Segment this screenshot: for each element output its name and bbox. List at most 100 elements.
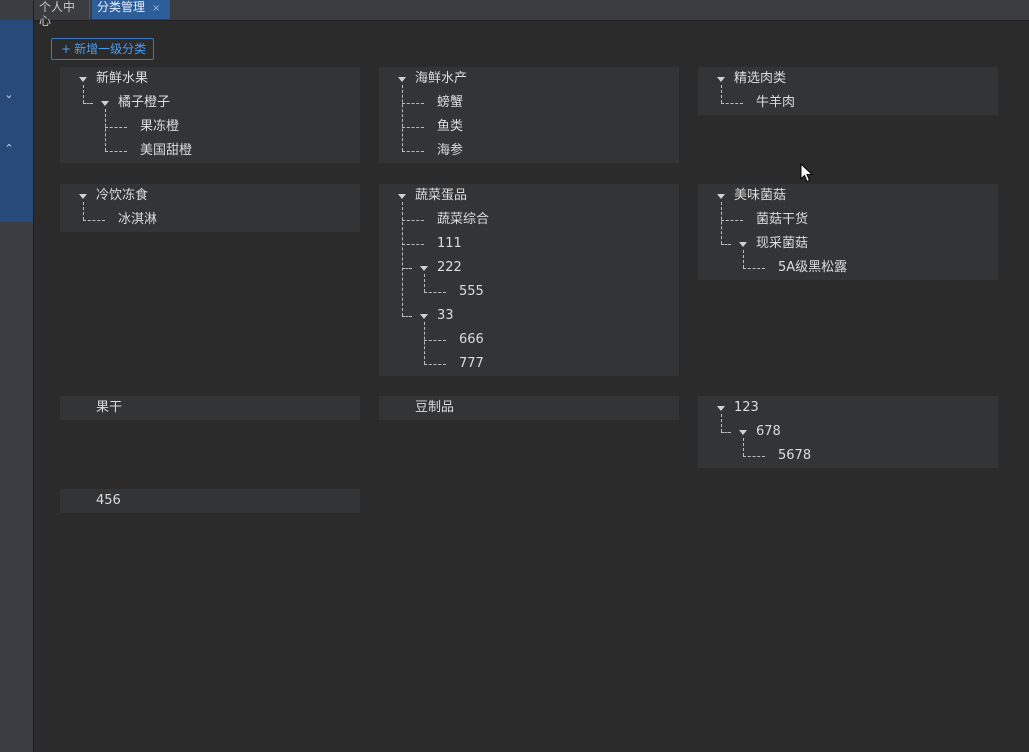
caret-down-icon[interactable] [101,101,109,106]
tree-connector [721,414,722,432]
node-label: 555 [459,284,484,299]
tree-connector [424,292,446,293]
tree-root-node[interactable]: 美味菌菇 [698,184,998,208]
node-label: 5A级黑松露 [778,260,848,275]
tab-bar: 个人中心 分类管理 × [34,0,1029,28]
tree-node[interactable]: 菌菇干货 [698,208,998,232]
tree-node[interactable]: 海参 [379,139,679,163]
node-label: 123 [734,400,759,415]
tree-connector [424,364,446,365]
tree-root-node[interactable]: 海鲜水产 [379,67,679,91]
node-label: 现采菌菇 [756,236,809,251]
node-label: 海鲜水产 [415,71,468,86]
node-label: 美国甜橙 [140,143,193,158]
tree-connector [721,220,743,221]
tree-connector [83,202,84,220]
node-label: 牛羊肉 [756,95,796,110]
caret-down-icon[interactable] [79,77,87,82]
tree-root-node[interactable]: 豆制品 [379,396,679,420]
add-top-category-button[interactable]: + 新增一级分类 [51,38,154,60]
caret-down-icon[interactable] [739,242,747,247]
tab-category-management[interactable]: 分类管理 × [92,0,170,19]
node-label: 777 [459,356,484,371]
node-label: 精选肉类 [734,71,787,86]
node-label: 678 [756,424,781,439]
tree-root-node[interactable]: 冷饮冻食 [60,184,360,208]
node-label: 111 [437,236,462,251]
tree-node[interactable]: 111 [379,232,679,256]
node-label: 5678 [778,448,812,463]
caret-down-icon[interactable] [717,406,725,411]
sidebar-active-panel [0,20,33,222]
node-label: 新鲜水果 [96,71,149,86]
node-label: 鱼类 [437,119,464,134]
tree-connector [424,274,425,292]
tree-connector [402,220,424,221]
tree-connector [402,151,424,152]
category-card: 豆制品 [379,396,679,420]
node-label: 橘子橙子 [118,95,171,110]
category-card: 456 [60,489,360,513]
node-label: 海参 [437,143,464,158]
tree-connector [83,85,84,103]
chevron-down-icon[interactable]: ⌄ [0,88,18,101]
tree-connector [721,432,731,433]
tree-root-node[interactable]: 精选肉类 [698,67,998,91]
tree-node[interactable]: 牛羊肉 [698,91,998,115]
tree-node[interactable]: 螃蟹 [379,91,679,115]
caret-down-icon[interactable] [739,430,747,435]
tab-label: 分类管理 [97,0,146,14]
tree-root-node[interactable]: 新鲜水果 [60,67,360,91]
caret-down-icon[interactable] [420,314,428,319]
tree-connector [83,103,93,104]
node-label: 666 [459,332,484,347]
node-label: 豆制品 [415,400,455,415]
category-card: 新鲜水果橘子橙子果冻橙美国甜橙 [60,67,360,163]
chevron-up-icon[interactable]: ⌃ [0,142,18,155]
caret-down-icon[interactable] [79,194,87,199]
tree-connector [424,340,446,341]
tree-connector [402,103,424,104]
node-label: 果干 [96,400,123,415]
node-label: 蔬菜蛋品 [415,188,468,203]
tree-connector [402,268,412,269]
caret-down-icon[interactable] [398,194,406,199]
tree-connector [721,85,722,103]
tree-connector [402,316,412,317]
mouse-cursor-icon [800,163,814,183]
tree-connector [83,220,105,221]
caret-down-icon[interactable] [717,77,725,82]
node-label: 冷饮冻食 [96,188,149,203]
node-label: 菌菇干货 [756,212,809,227]
tree-root-node[interactable]: 果干 [60,396,360,420]
caret-down-icon[interactable] [420,266,428,271]
tree-root-node[interactable]: 123 [698,396,998,420]
caret-down-icon[interactable] [398,77,406,82]
node-label: 美味菌菇 [734,188,787,203]
tree-connector [721,202,722,244]
add-button-label: 新增一级分类 [74,42,147,56]
plus-icon: + [61,42,72,56]
node-label: 冰淇淋 [118,212,158,227]
node-label: 456 [96,493,121,508]
tree-node[interactable]: 蔬菜综合 [379,208,679,232]
category-card: 美味菌菇菌菇干货现采菌菇 5A级黑松露 [698,184,998,280]
tree-connector [105,151,127,152]
category-card: 冷饮冻食冰淇淋 [60,184,360,232]
tree-root-node[interactable]: 456 [60,489,360,513]
node-label: 蔬菜综合 [437,212,490,227]
tree-node[interactable]: 冰淇淋 [60,208,360,232]
tree-connector [105,109,106,151]
tree-root-node[interactable]: 蔬菜蛋品 [379,184,679,208]
tab-label: 个人中心 [39,0,76,28]
node-label: 33 [437,308,454,323]
category-card: 海鲜水产螃蟹鱼类海参 [379,67,679,163]
tree-node[interactable]: 鱼类 [379,115,679,139]
tree-connector [402,202,403,316]
node-label: 果冻橙 [140,119,180,134]
caret-down-icon[interactable] [717,194,725,199]
close-icon[interactable]: × [152,3,160,14]
tree-connector [743,250,744,268]
tree-connector [402,85,403,151]
tab-personal-center[interactable]: 个人中心 [34,0,90,28]
